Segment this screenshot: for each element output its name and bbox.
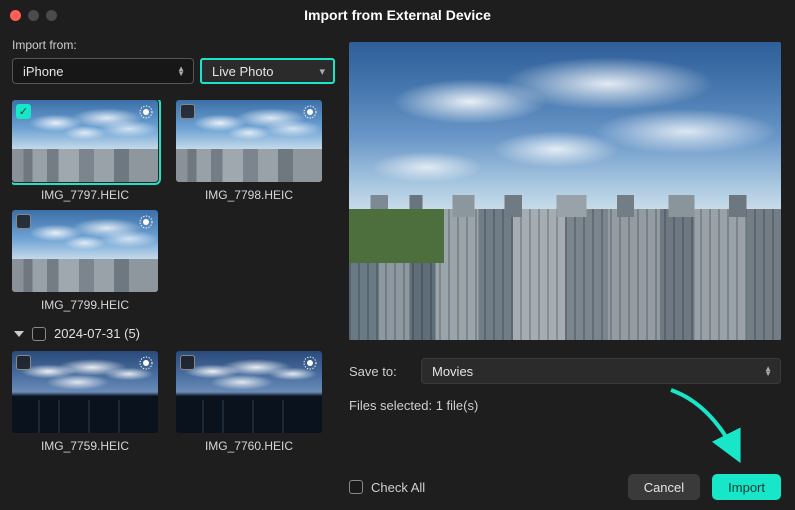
device-dropdown[interactable]: iPhone ▲▼ <box>12 58 194 84</box>
right-panel: Save to: Movies ▲▼ Files selected: 1 fil… <box>345 30 795 510</box>
import-from-label: Import from: <box>12 38 335 52</box>
preview-image <box>349 42 781 340</box>
save-to-label: Save to: <box>349 364 411 379</box>
device-dropdown-value: iPhone <box>23 64 63 79</box>
thumbnail-checkbox[interactable] <box>16 355 31 370</box>
thumbnail-checkbox[interactable]: ✓ <box>16 104 31 119</box>
thumbnail-item[interactable]: IMG_7759.HEIC <box>12 351 158 453</box>
media-type-dropdown[interactable]: Live Photo ▾ <box>200 58 335 84</box>
live-photo-icon <box>302 355 318 371</box>
titlebar: Import from External Device <box>0 0 795 30</box>
save-to-value: Movies <box>432 364 473 379</box>
chevron-updown-icon: ▲▼ <box>764 366 772 376</box>
thumbnail-checkbox[interactable] <box>180 104 195 119</box>
date-group-header[interactable]: 2024-07-31 (5) <box>14 326 335 341</box>
thumbnail-checkbox[interactable] <box>180 355 195 370</box>
thumbnail-filename: IMG_7760.HEIC <box>205 439 293 453</box>
thumbnail-item[interactable]: IMG_7798.HEIC <box>176 100 322 202</box>
thumbnail-filename: IMG_7759.HEIC <box>41 439 129 453</box>
thumbnail-item[interactable]: ✓ IMG_7797.HEIC <box>12 100 158 202</box>
thumbnail-item[interactable]: IMG_7760.HEIC <box>176 351 322 453</box>
thumbnail-item[interactable]: IMG_7799.HEIC <box>12 210 158 312</box>
zoom-icon <box>46 10 57 21</box>
thumbnail-filename: IMG_7799.HEIC <box>41 298 129 312</box>
media-type-value: Live Photo <box>212 64 273 79</box>
left-panel: Import from: iPhone ▲▼ Live Photo ▾ ✓ <box>0 30 345 510</box>
close-icon[interactable] <box>10 10 21 21</box>
thumbnail-image[interactable] <box>12 351 158 433</box>
live-photo-icon <box>138 214 154 230</box>
window-controls <box>10 10 57 21</box>
thumbnail-filename: IMG_7798.HEIC <box>205 188 293 202</box>
live-photo-icon <box>302 104 318 120</box>
thumbnail-image[interactable]: ✓ <box>12 100 158 182</box>
save-to-dropdown[interactable]: Movies ▲▼ <box>421 358 781 384</box>
thumbnail-list[interactable]: ✓ IMG_7797.HEIC IMG_7 <box>12 100 335 500</box>
thumbnail-filename: IMG_7797.HEIC <box>41 188 129 202</box>
group-label: 2024-07-31 (5) <box>54 326 140 341</box>
chevron-updown-icon: ▲▼ <box>177 66 185 76</box>
minimize-icon <box>28 10 39 21</box>
thumbnail-checkbox[interactable] <box>16 214 31 229</box>
thumbnail-image[interactable] <box>176 100 322 182</box>
files-selected-text: Files selected: 1 file(s) <box>349 398 781 413</box>
window-title: Import from External Device <box>0 7 795 23</box>
check-all-label: Check All <box>371 480 425 495</box>
check-all-checkbox[interactable]: Check All <box>349 480 425 495</box>
chevron-down-icon: ▾ <box>319 65 325 78</box>
live-photo-icon <box>138 355 154 371</box>
thumbnail-image[interactable] <box>176 351 322 433</box>
cancel-button[interactable]: Cancel <box>628 474 700 500</box>
live-photo-icon <box>138 104 154 120</box>
thumbnail-image[interactable] <box>12 210 158 292</box>
checkbox-icon <box>349 480 363 494</box>
disclosure-triangle-icon[interactable] <box>14 331 24 337</box>
group-checkbox[interactable] <box>32 327 46 341</box>
import-button[interactable]: Import <box>712 474 781 500</box>
